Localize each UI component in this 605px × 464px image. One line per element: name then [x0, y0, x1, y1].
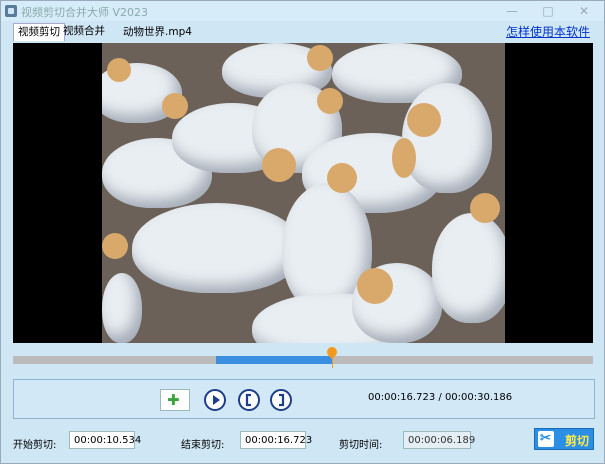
time-separator: / — [438, 392, 442, 403]
app-icon — [5, 5, 17, 17]
start-cut-field[interactable]: 00:00:10.534 — [69, 431, 141, 449]
current-time: 00:00:16.723 — [368, 392, 436, 403]
scissors-icon — [538, 430, 554, 447]
video-frame — [102, 43, 505, 343]
maximize-button[interactable]: □ — [533, 1, 563, 21]
mark-in-button[interactable] — [238, 389, 260, 411]
tab-video-cut[interactable]: 视频剪切 — [13, 23, 65, 41]
minimize-button[interactable]: — — [497, 1, 527, 21]
playback-controls: 00:00:16.723 / 00:00:30.186 — [13, 379, 595, 419]
cut-duration-field: 00:00:06.189 — [403, 431, 475, 449]
cut-button-label: 剪切 — [565, 434, 590, 448]
bracket-right-icon — [279, 393, 285, 407]
window-title: 视频剪切合并大师 V2023 — [21, 6, 149, 19]
selection-range — [216, 356, 332, 364]
tab-bar: 视频剪切 视频合并 动物世界.mp4 怎样使用本软件 — [1, 21, 604, 41]
start-cut-label: 开始剪切: — [13, 440, 57, 451]
timeline-slider[interactable] — [13, 344, 593, 368]
play-button[interactable] — [204, 389, 226, 411]
cut-button[interactable]: 剪切 — [534, 428, 594, 450]
plus-icon[interactable] — [160, 389, 190, 411]
title-bar: 视频剪切合并大师 V2023 — □ ✕ — [1, 1, 604, 21]
cut-duration-label: 剪切时间: — [339, 440, 383, 451]
help-link[interactable]: 怎样使用本软件 — [506, 23, 590, 40]
video-player[interactable] — [13, 43, 593, 343]
play-icon — [213, 395, 220, 405]
end-cut-field[interactable]: 00:00:16.723 — [240, 431, 312, 449]
end-cut-label: 结束剪切: — [181, 440, 225, 451]
total-time: 00:00:30.186 — [444, 392, 513, 403]
tab-video-merge[interactable]: 视频合并 — [59, 23, 109, 40]
close-button[interactable]: ✕ — [569, 1, 599, 21]
file-name: 动物世界.mp4 — [123, 26, 192, 38]
time-readout: 00:00:16.723 / 00:00:30.186 — [368, 392, 512, 403]
app-window: 视频剪切合并大师 V2023 — □ ✕ 视频剪切 视频合并 动物世界.mp4 … — [0, 0, 605, 464]
bracket-left-icon — [245, 393, 251, 407]
mark-out-button[interactable] — [270, 389, 292, 411]
